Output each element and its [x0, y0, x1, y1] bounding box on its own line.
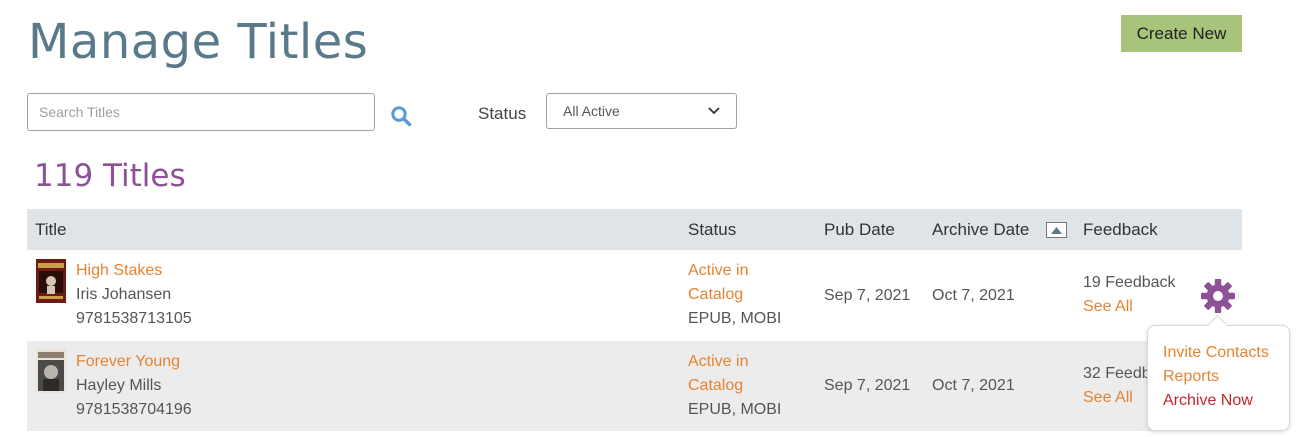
title-link[interactable]: High Stakes	[76, 259, 192, 283]
table-header: Title Status Pub Date Archive Date Feedb…	[27, 209, 1242, 250]
menu-item-archive-now[interactable]: Archive Now	[1163, 392, 1253, 410]
see-all-link[interactable]: See All	[1083, 386, 1151, 410]
sort-ascending-icon[interactable]	[1046, 222, 1067, 238]
see-all-link[interactable]: See All	[1083, 295, 1176, 319]
author-name: Iris Johansen	[76, 286, 172, 303]
status-link-line2[interactable]: Catalog	[688, 374, 781, 398]
page-title: Manage Titles	[28, 14, 369, 70]
status-select-value: All Active	[563, 103, 620, 119]
column-header-title[interactable]: Title	[35, 220, 67, 240]
table-row: Forever Young Hayley Mills 9781538704196…	[27, 341, 1242, 431]
search-icon[interactable]	[390, 105, 412, 127]
pub-date: Sep 7, 2021	[824, 287, 911, 304]
create-new-button[interactable]: Create New	[1121, 15, 1242, 52]
gear-icon[interactable]	[1200, 278, 1236, 314]
chevron-down-icon	[708, 107, 720, 115]
column-header-archive-date[interactable]: Archive Date	[932, 220, 1029, 240]
status-link-line1[interactable]: Active in	[688, 350, 781, 374]
feedback-count: 19 Feedback	[1083, 274, 1176, 291]
status-filter-label: Status	[478, 104, 527, 123]
author-name: Hayley Mills	[76, 377, 162, 394]
feedback-count: 32 Feedb	[1083, 365, 1151, 382]
search-input[interactable]	[27, 93, 375, 131]
formats: EPUB, MOBI	[688, 310, 782, 327]
column-header-status[interactable]: Status	[688, 220, 736, 240]
menu-item-invite-contacts[interactable]: Invite Contacts	[1163, 344, 1269, 362]
book-cover-image[interactable]	[36, 259, 66, 303]
table-row: High Stakes Iris Johansen 9781538713105 …	[27, 251, 1242, 341]
formats: EPUB, MOBI	[688, 401, 782, 418]
isbn: 9781538704196	[76, 401, 192, 418]
book-cover-image[interactable]	[36, 349, 66, 393]
column-header-pub-date[interactable]: Pub Date	[824, 220, 895, 240]
pub-date: Sep 7, 2021	[824, 377, 911, 394]
archive-date: Oct 7, 2021	[932, 377, 1015, 394]
status-link-line1[interactable]: Active in	[688, 259, 781, 283]
actions-menu: Invite Contacts Reports Archive Now	[1147, 314, 1290, 431]
column-header-feedback[interactable]: Feedback	[1083, 220, 1158, 240]
titles-count: 119 Titles	[34, 158, 186, 194]
isbn: 9781538713105	[76, 310, 192, 327]
title-link[interactable]: Forever Young	[76, 350, 192, 374]
status-select[interactable]: All Active	[546, 93, 737, 129]
archive-date: Oct 7, 2021	[932, 287, 1015, 304]
status-link-line2[interactable]: Catalog	[688, 283, 781, 307]
menu-item-reports[interactable]: Reports	[1163, 368, 1219, 386]
